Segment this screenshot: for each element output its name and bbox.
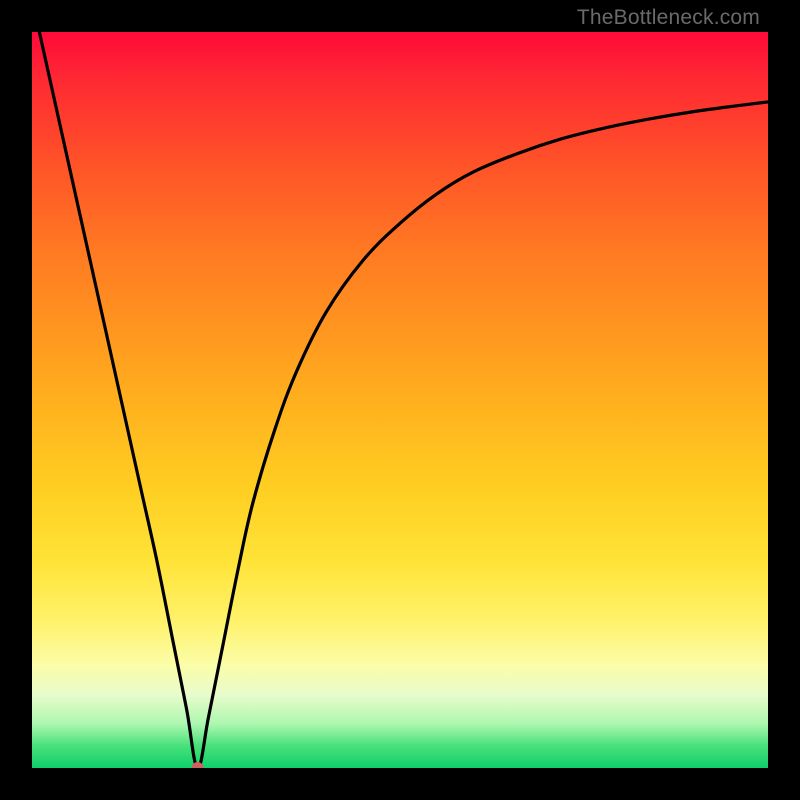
- chart-frame: TheBottleneck.com: [0, 0, 800, 800]
- plot-area: [32, 32, 768, 768]
- watermark-text: TheBottleneck.com: [577, 6, 760, 30]
- curve-svg: [32, 32, 768, 768]
- bottleneck-curve: [39, 32, 768, 768]
